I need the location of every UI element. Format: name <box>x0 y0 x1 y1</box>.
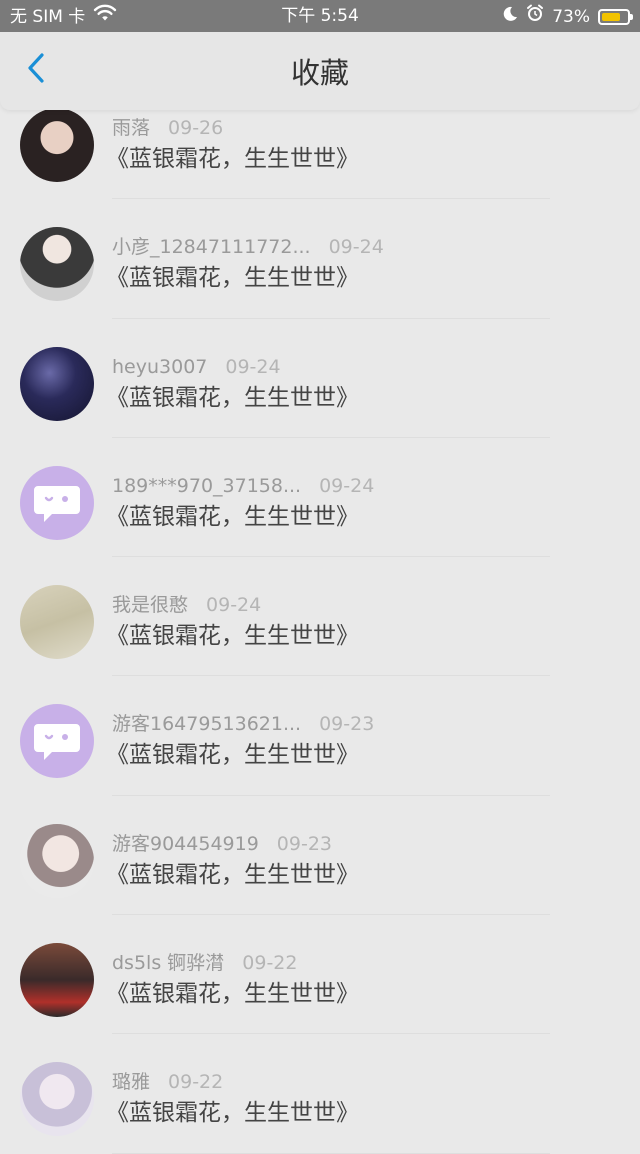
item-title: 《蓝银霜花，生生世世》 <box>106 861 359 888</box>
date: 09-23 <box>319 713 375 736</box>
item-title: 《蓝银霜花，生生世世》 <box>106 265 359 292</box>
item-meta: 189***970_37158... 09-24 <box>112 474 374 498</box>
date: 09-24 <box>206 594 262 617</box>
username: 雨落 <box>112 117 151 139</box>
avatar[interactable] <box>20 1062 94 1137</box>
item-title: 《蓝银霜花，生生世世》 <box>106 146 359 172</box>
item-meta: 璐雅 09-22 <box>112 1070 223 1094</box>
date: 09-24 <box>225 355 281 378</box>
battery-icon <box>598 8 633 25</box>
status-right: 73% <box>502 4 633 29</box>
status-bar: 无 SIM 卡 下午 5:54 73% <box>0 0 640 32</box>
avatar[interactable] <box>20 346 94 421</box>
item-title: 《蓝银霜花，生生世世》 <box>106 1100 359 1127</box>
moon-icon <box>502 5 518 29</box>
alarm-icon <box>526 4 544 29</box>
favorite-item[interactable]: 游客16479513621... 09-23 《蓝银霜花，生生世世》 <box>0 676 640 796</box>
item-title: 《蓝银霜花，生生世世》 <box>106 742 359 769</box>
favorites-list: 雨落 09-26 《蓝银霜花，生生世世》 小彦_12847111772... 09-… <box>0 80 640 1154</box>
battery-fill <box>602 12 620 21</box>
date: 09-22 <box>242 952 298 975</box>
username: ds5ls 锕骅潸 <box>112 952 225 975</box>
item-meta: ds5ls 锕骅潸 09-22 <box>112 951 297 975</box>
item-meta: 游客16479513621... 09-23 <box>112 712 374 736</box>
date: 09-24 <box>328 236 384 259</box>
item-title: 《蓝银霜花，生生世世》 <box>106 981 359 1008</box>
item-title: 《蓝银霜花，生生世世》 <box>106 623 359 650</box>
username: 游客904454919 <box>112 832 259 855</box>
username: 小彦_12847111772... <box>112 236 311 259</box>
username: 游客16479513621... <box>112 713 302 736</box>
item-meta: 小彦_12847111772... 09-24 <box>112 235 384 259</box>
default-avatar-icon[interactable] <box>20 704 94 779</box>
nav-bar: 收藏 <box>0 32 640 110</box>
item-meta: 我是很憨 09-24 <box>112 593 261 617</box>
date: 09-22 <box>168 1071 224 1094</box>
avatar[interactable] <box>20 823 94 898</box>
favorite-item[interactable]: ds5ls 锕骅潸 09-22 《蓝银霜花，生生世世》 <box>0 915 640 1035</box>
default-avatar-icon[interactable] <box>20 465 94 540</box>
avatar[interactable] <box>20 108 94 182</box>
avatar[interactable] <box>20 585 94 660</box>
battery-percent: 73% <box>552 6 590 27</box>
item-meta: 雨落 09-26 <box>112 116 223 140</box>
username: 璐雅 <box>112 1071 151 1094</box>
username: 189***970_37158... <box>112 474 302 497</box>
favorite-item[interactable]: 我是很憨 09-24 《蓝银霜花，生生世世》 <box>0 557 640 677</box>
username: 我是很憨 <box>112 594 189 617</box>
date: 09-23 <box>276 832 333 855</box>
date: 09-26 <box>168 117 224 139</box>
page-title: 收藏 <box>290 56 349 90</box>
item-title: 《蓝银霜花，生生世世》 <box>106 503 359 530</box>
favorite-item[interactable]: 189***970_37158... 09-24 《蓝银霜花，生生世世》 <box>0 438 640 558</box>
date: 09-24 <box>319 474 375 497</box>
battery-nub <box>630 13 633 20</box>
favorite-item[interactable]: heyu3007 09-24 《蓝银霜花，生生世世》 <box>0 319 640 438</box>
avatar[interactable] <box>20 227 94 302</box>
favorite-item[interactable]: 游客904454919 09-23 《蓝银霜花，生生世世》 <box>0 796 640 916</box>
avatar[interactable] <box>20 943 94 1018</box>
favorite-item[interactable]: 小彦_12847111772... 09-24 《蓝银霜花，生生世世》 <box>0 199 640 319</box>
item-title: 《蓝银霜花，生生世世》 <box>106 384 359 411</box>
item-meta: 游客904454919 09-23 <box>112 832 332 856</box>
favorite-item[interactable]: 璐雅 09-22 《蓝银霜花，生生世世》 <box>0 1034 640 1154</box>
item-meta: heyu3007 09-24 <box>112 355 281 379</box>
username: heyu3007 <box>112 355 208 378</box>
